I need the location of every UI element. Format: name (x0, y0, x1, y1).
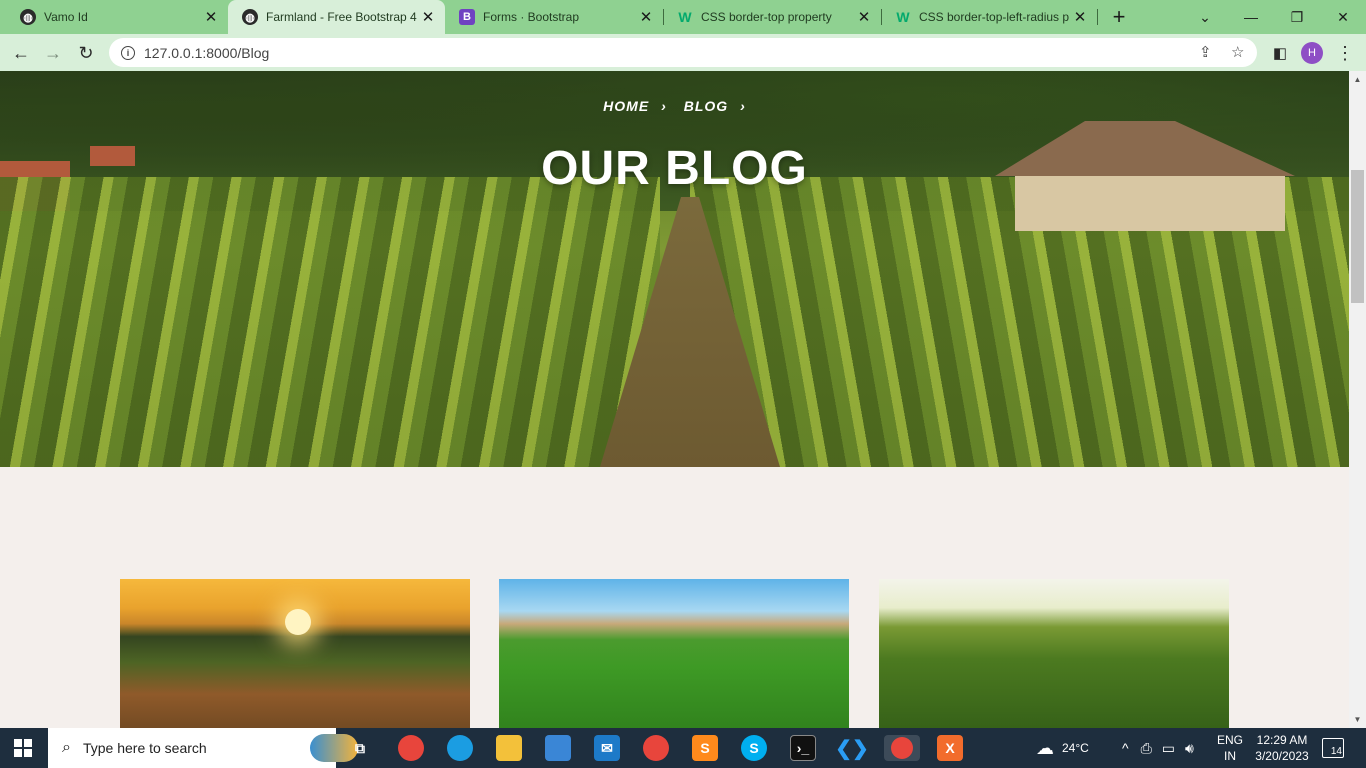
breadcrumb-blog-link[interactable]: BLOG (684, 98, 728, 114)
terminal-icon[interactable]: ›_ (790, 735, 816, 761)
blog-card-image-cornfield[interactable] (499, 579, 849, 728)
bootstrap-icon: B (459, 9, 475, 25)
cloud-weather-icon: ☁ (1036, 737, 1054, 758)
reload-icon[interactable]: ↻ (73, 40, 99, 66)
w3schools-icon: W (678, 9, 692, 25)
edge-icon[interactable] (447, 735, 473, 761)
page-viewport: HOME › BLOG › OUR BLOG ▲ ▼ (0, 71, 1366, 728)
page-scrollbar[interactable]: ▲ ▼ (1349, 71, 1366, 728)
new-tab-button[interactable]: + (1108, 4, 1130, 29)
vscode-icon[interactable]: ❮❯ (835, 735, 869, 761)
weather-temperature: 24°C (1062, 741, 1089, 755)
chevron-right-icon: › (661, 98, 667, 114)
language-indicator[interactable]: ENG IN (1210, 732, 1250, 764)
windows-start-icon[interactable] (14, 739, 32, 757)
network-icon[interactable]: ▭ (1162, 740, 1175, 757)
clock-time: 12:29 AM (1256, 733, 1308, 747)
notification-center-icon[interactable]: 14 (1322, 738, 1344, 758)
task-view-icon[interactable]: ⧉ (347, 735, 373, 761)
tab-divider (1097, 9, 1098, 25)
tab-vamo-id[interactable]: ◍ Vamo Id ✕ (6, 0, 228, 34)
tray-icons: ^ ⎙ ▭ 🔊︎ (1122, 728, 1194, 768)
hero-banner: HOME › BLOG › OUR BLOG (0, 71, 1349, 467)
close-tab-icon[interactable]: ✕ (419, 8, 437, 26)
tab-title: CSS border-top-left-radius p (919, 10, 1070, 24)
browser-toolbar: ← → ↻ i 127.0.0.1:8000/Blog ⇪ ☆ ◧ H ⋮ (0, 34, 1366, 71)
scroll-up-arrow-icon[interactable]: ▲ (1349, 71, 1366, 88)
w3schools-icon: W (896, 9, 910, 25)
meet-now-icon[interactable]: ⎙ (1141, 740, 1152, 757)
scroll-down-arrow-icon[interactable]: ▼ (1349, 711, 1366, 728)
sublime-text-icon[interactable]: S (692, 735, 718, 761)
close-tab-icon[interactable]: ✕ (202, 8, 220, 26)
close-tab-icon[interactable]: ✕ (637, 8, 655, 26)
tab-title: Vamo Id (44, 10, 88, 24)
volume-icon[interactable]: 🔊︎ (1185, 740, 1194, 757)
site-info-icon[interactable]: i (121, 45, 135, 60)
address-bar[interactable]: i 127.0.0.1:8000/Blog ⇪ ☆ (109, 38, 1257, 67)
taskbar-search-box[interactable]: ⌕ Type here to search (48, 728, 358, 768)
skype-icon[interactable]: S (741, 735, 767, 761)
globe-icon: ◍ (242, 9, 258, 25)
tab-forms-bootstrap[interactable]: B Forms · Bootstrap ✕ (445, 0, 663, 34)
chrome-profile-icon[interactable] (398, 735, 424, 761)
tab-title: CSS border-top property (701, 10, 832, 24)
weather-widget[interactable]: ☁ 24°C (1036, 728, 1089, 768)
file-explorer-icon[interactable] (496, 735, 522, 761)
xampp-icon[interactable]: X (937, 735, 963, 761)
tab-css-border-top[interactable]: W CSS border-top property ✕ (663, 0, 881, 34)
notification-count: 14 (1330, 746, 1342, 757)
back-arrow-icon[interactable]: ← (8, 40, 34, 66)
vineyard-row-left (0, 177, 660, 467)
chevron-up-icon[interactable]: ^ (1122, 740, 1129, 756)
clock-date: 3/20/2023 (1255, 749, 1309, 763)
side-panel-icon[interactable]: ◧ (1267, 40, 1293, 66)
share-icon[interactable]: ⇪ (1199, 43, 1212, 61)
tab-search-chevron-icon[interactable]: ⌄ (1182, 0, 1228, 34)
region-code: IN (1224, 749, 1236, 763)
menu-kebab-icon[interactable]: ⋮ (1332, 40, 1358, 66)
chevron-right-icon: › (740, 98, 746, 114)
breadcrumb: HOME › BLOG › (0, 98, 1349, 114)
close-tab-icon[interactable]: ✕ (855, 8, 873, 26)
sunset-sun (285, 609, 311, 635)
breadcrumb-home-link[interactable]: HOME (603, 98, 649, 114)
tab-strip: ◍ Vamo Id ✕ ◍ Farmland - Free Bootstrap … (0, 0, 1366, 34)
language-code: ENG (1216, 733, 1243, 747)
restore-button[interactable]: ❐ (1274, 0, 1320, 34)
chrome-icon[interactable] (643, 735, 669, 761)
tab-title: Farmland - Free Bootstrap 4 (266, 10, 417, 24)
profile-avatar[interactable]: H (1301, 42, 1323, 64)
blog-card-image-sunlit-field[interactable] (879, 579, 1229, 728)
minimize-button[interactable]: — (1228, 0, 1274, 34)
scrollbar-thumb[interactable] (1351, 170, 1364, 303)
url-text[interactable]: 127.0.0.1:8000/Blog (144, 45, 269, 61)
chrome-active-window-icon[interactable] (884, 735, 920, 761)
tab-title: Forms · Bootstrap (483, 10, 580, 24)
microsoft-store-icon[interactable] (545, 735, 571, 761)
mail-icon[interactable]: ✉ (594, 735, 620, 761)
tab-farmland[interactable]: ◍ Farmland - Free Bootstrap 4 ✕ (228, 0, 445, 34)
close-tab-icon[interactable]: ✕ (1071, 8, 1089, 26)
tab-css-border-radius[interactable]: W CSS border-top-left-radius p ✕ (881, 0, 1097, 34)
page-title: OUR BLOG (541, 142, 808, 195)
bookmark-star-icon[interactable]: ☆ (1231, 43, 1244, 61)
forward-arrow-icon[interactable]: → (40, 40, 66, 66)
windows-taskbar: ⌕ Type here to search ⧉ ✉ S S ›_ ❮❯ X ☁ … (0, 728, 1366, 768)
close-window-button[interactable]: ✕ (1320, 0, 1366, 34)
system-clock[interactable]: 12:29 AM 3/20/2023 (1252, 732, 1312, 764)
search-icon: ⌕ (62, 739, 71, 756)
globe-icon: ◍ (20, 9, 36, 25)
blog-card-image-pumpkin[interactable] (120, 579, 470, 728)
search-placeholder: Type here to search (82, 740, 207, 756)
